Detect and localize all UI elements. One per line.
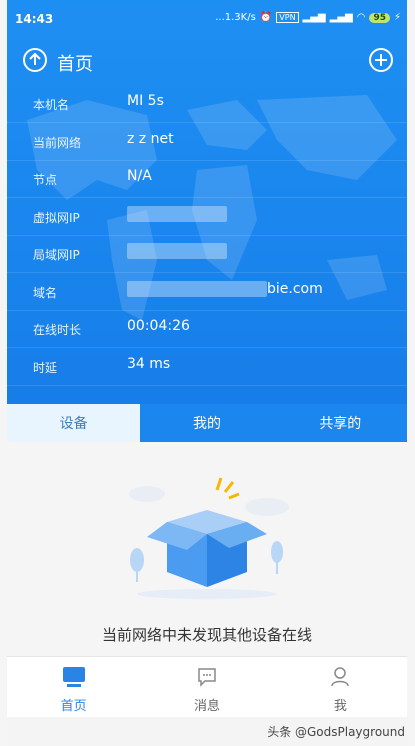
nav-messages[interactable]: 消息	[140, 657, 273, 717]
info-value-text: bie.com	[267, 280, 323, 297]
bottom-nav: 首页 消息 我	[7, 656, 407, 717]
info-value: 34 ms	[127, 355, 171, 372]
app-header: 首页	[7, 42, 407, 82]
redaction-mask	[127, 280, 267, 297]
info-value: 00:04:26	[127, 318, 190, 334]
monitor-icon	[62, 667, 85, 687]
nav-home[interactable]: 首页	[7, 657, 140, 717]
signal-icon: ▂▄▆	[302, 12, 326, 23]
info-row: 在线时长 00:04:26	[7, 311, 407, 348]
status-time: 14:43	[15, 12, 54, 26]
app-screen: 14:43 ...1.3K/s ⏰ VPN ▂▄▆ ▂▄▆ ◠ 95 ⚡ 首页	[7, 0, 407, 746]
info-label: 时延	[33, 360, 58, 375]
signal-icon: ▂▄▆	[329, 12, 353, 23]
battery-icon: 95	[369, 12, 390, 23]
info-label: 在线时长	[33, 323, 82, 337]
nav-label: 首页	[60, 699, 87, 714]
info-row: 虚拟网IP	[7, 199, 407, 236]
info-value: z z net	[127, 130, 174, 147]
status-bar: 14:43 ...1.3K/s ⏰ VPN ▂▄▆ ▂▄▆ ◠ 95 ⚡	[7, 0, 407, 40]
info-row: 当前网络 z z net	[7, 124, 407, 161]
watermark: 头条 @GodsPlayground	[267, 725, 405, 739]
tab-devices[interactable]: 设备	[7, 404, 141, 442]
info-value: N/A	[127, 168, 152, 184]
info-label: 域名	[33, 285, 58, 300]
wifi-icon: ◠	[356, 12, 366, 23]
info-label: 当前网络	[33, 135, 82, 150]
empty-state: 当前网络中未发现其他设备在线	[7, 442, 407, 656]
redaction-mask	[127, 243, 227, 259]
alarm-icon: ⏰	[259, 12, 273, 23]
chat-bubble-icon	[198, 668, 216, 687]
nav-label: 我	[333, 699, 347, 714]
page-title: 首页	[57, 54, 93, 75]
device-tabs: 设备 我的 共享的	[7, 404, 407, 442]
info-row: 局域网IP	[7, 236, 407, 273]
empty-message: 当前网络中未发现其他设备在线	[101, 626, 312, 644]
tab-mine[interactable]: 我的	[140, 404, 273, 442]
person-icon	[331, 667, 350, 687]
info-label: 局域网IP	[33, 248, 80, 262]
nav-me[interactable]: 我	[274, 657, 407, 717]
status-icons: ...1.3K/s ⏰ VPN ▂▄▆ ▂▄▆ ◠ 95 ⚡	[215, 12, 401, 23]
info-row: 域名 bie.com	[7, 274, 407, 311]
info-row: 节点 N/A	[7, 161, 407, 198]
info-row: 时延 34 ms	[7, 349, 407, 386]
info-label: 虚拟网IP	[33, 210, 80, 225]
top-panel: 14:43 ...1.3K/s ⏰ VPN ▂▄▆ ▂▄▆ ◠ 95 ⚡ 首页	[7, 0, 407, 404]
info-value	[127, 205, 227, 222]
tab-shared[interactable]: 共享的	[274, 404, 407, 442]
info-label: 节点	[33, 173, 58, 187]
info-value: bie.com	[127, 280, 323, 297]
nav-label: 消息	[193, 699, 220, 714]
add-icon[interactable]	[369, 48, 393, 72]
charging-icon: ⚡	[393, 12, 401, 23]
info-row: 本机名 MI 5s	[7, 86, 407, 123]
info-label: 本机名	[33, 98, 70, 112]
arrow-up-circle-icon[interactable]	[23, 48, 47, 72]
network-speed: ...1.3K/s	[215, 12, 256, 23]
vpn-badge: VPN	[276, 12, 299, 23]
empty-box-illustration	[129, 477, 289, 599]
info-value	[127, 243, 227, 259]
info-value: MI 5s	[127, 93, 164, 109]
redaction-mask	[127, 205, 227, 222]
